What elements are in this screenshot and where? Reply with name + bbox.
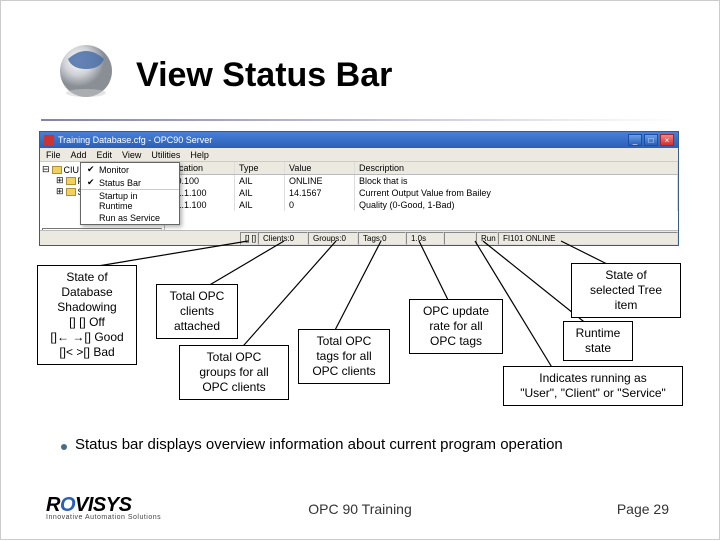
- callout-shadowing: State of Database Shadowing [] [] Off []…: [37, 265, 137, 365]
- title-underline: [41, 119, 679, 121]
- slide-title: View Status Bar: [136, 56, 392, 95]
- list-row[interactable]: 1.0.100 AIL ONLINE Block that is: [165, 175, 678, 187]
- menu-edit[interactable]: Edit: [97, 150, 113, 160]
- menubar: File Add Edit View Utilities Help: [40, 148, 678, 162]
- app-window: Training Database.cfg - OPC90 Server _ □…: [39, 131, 679, 246]
- close-button[interactable]: ×: [660, 134, 674, 146]
- window-title: Training Database.cfg - OPC90 Server: [58, 135, 212, 145]
- footer-center: OPC 90 Training: [1, 501, 719, 517]
- menu-item-runas[interactable]: Run as Service: [81, 212, 179, 224]
- maximize-button[interactable]: □: [644, 134, 658, 146]
- status-bar: [] [] Clients:0 Groups:0 Tags:0 1.0s Run…: [40, 230, 678, 245]
- list-row[interactable]: 1.1.1.100 AIL 0 Quality (0-Good, 1-Bad): [165, 199, 678, 211]
- callout-runmode: Indicates running as "User", "Client" or…: [503, 366, 683, 406]
- bullet-icon: [61, 444, 67, 450]
- menu-view[interactable]: View: [122, 150, 141, 160]
- status-shadowing: [] []: [240, 232, 258, 245]
- menu-item-startup[interactable]: Startup in Runtime: [81, 189, 179, 212]
- status-tags: Tags:0: [358, 232, 406, 245]
- callout-runtime: Runtime state: [563, 321, 633, 361]
- col-description[interactable]: Description: [355, 162, 678, 174]
- menu-item-statusbar[interactable]: ✔Status Bar: [81, 176, 179, 189]
- bullet-text: Status bar displays overview information…: [61, 436, 563, 453]
- menu-add[interactable]: Add: [71, 150, 87, 160]
- list-row[interactable]: 1.1.1.100 AIL 14.1567 Current Output Val…: [165, 187, 678, 199]
- callout-clients: Total OPC clients attached: [156, 284, 238, 339]
- col-value[interactable]: Value: [285, 162, 355, 174]
- status-rate: 1.0s: [406, 232, 444, 245]
- menu-utilities[interactable]: Utilities: [151, 150, 180, 160]
- status-groups: Groups:0: [308, 232, 358, 245]
- callout-groups: Total OPC groups for all OPC clients: [179, 345, 289, 400]
- menu-help[interactable]: Help: [190, 150, 209, 160]
- menu-file[interactable]: File: [46, 150, 61, 160]
- callout-rate: OPC update rate for all OPC tags: [409, 299, 503, 354]
- view-menu-dropdown: ✔Monitor ✔Status Bar Startup in Runtime …: [80, 162, 180, 225]
- status-gap: [444, 232, 476, 245]
- callout-treeitem: State of selected Tree item: [571, 263, 681, 318]
- titlebar: Training Database.cfg - OPC90 Server _ □…: [40, 132, 678, 148]
- col-type[interactable]: Type: [235, 162, 285, 174]
- callout-tags: Total OPC tags for all OPC clients: [298, 329, 390, 384]
- app-icon: [44, 135, 54, 145]
- status-item: FI101 ONLINE: [498, 232, 678, 245]
- status-clients: Clients:0: [258, 232, 308, 245]
- menu-item-monitor[interactable]: ✔Monitor: [81, 163, 179, 176]
- logo-orb: [56, 41, 116, 101]
- minimize-button[interactable]: _: [628, 134, 642, 146]
- status-run: Run: [476, 232, 498, 245]
- footer-page: Page 29: [617, 501, 669, 517]
